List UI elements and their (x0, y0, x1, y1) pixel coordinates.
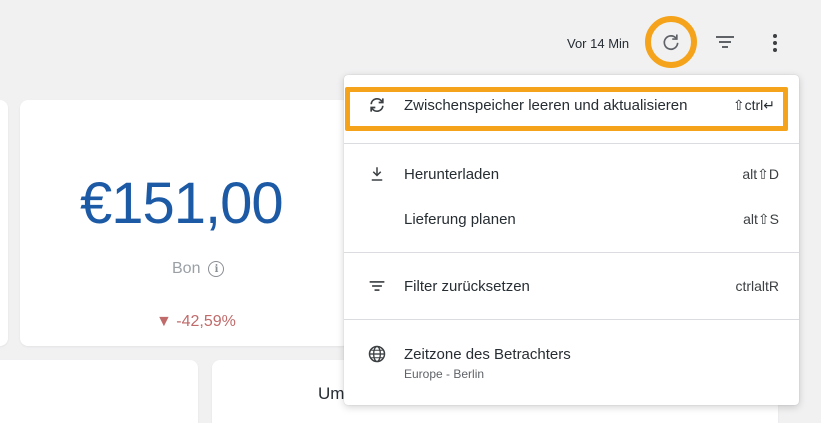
refresh-dropdown-menu: Zwischenspeicher leeren und aktualisiere… (344, 75, 799, 405)
timezone-value: Europe - Berlin (404, 367, 485, 381)
menu-item-label: Lieferung planen (404, 210, 516, 228)
filter-list-icon (366, 275, 388, 297)
menu-item-schedule-delivery[interactable]: Lieferung planen alt⇧S (344, 206, 799, 232)
refresh-icon (663, 34, 679, 51)
menu-item-timezone[interactable]: Zeitzone des Betrachters (344, 341, 799, 367)
card-left-partial (0, 100, 8, 346)
menu-item-clear-cache[interactable]: Zwischenspeicher leeren und aktualisiere… (344, 87, 799, 123)
menu-item-label: Zeitzone des Betrachters (404, 345, 571, 363)
menu-item-label: Filter zurücksetzen (404, 277, 530, 295)
filter-icon[interactable] (714, 33, 736, 51)
last-updated-text: Vor 14 Min (567, 36, 630, 51)
kpi-label: Bon i (172, 260, 225, 278)
menu-divider (344, 252, 799, 253)
menu-item-download[interactable]: Herunterladen alt⇧D (344, 161, 799, 187)
menu-item-reset-filters[interactable]: Filter zurücksetzen ctrlaltR (344, 273, 799, 299)
kpi-value: €151,00 (80, 171, 284, 236)
menu-divider (344, 319, 799, 320)
card-bottom-left (0, 360, 198, 423)
globe-icon (366, 343, 388, 365)
menu-item-label: Zwischenspeicher leeren und aktualisiere… (404, 96, 688, 114)
menu-item-shortcut: ctrlaltR (735, 278, 779, 294)
kpi-label-text: Bon (172, 260, 201, 277)
download-icon (366, 163, 388, 185)
more-vert-icon[interactable] (765, 32, 785, 54)
kpi-delta: ▼ -42,59% (156, 313, 236, 330)
menu-item-shortcut: alt⇧S (743, 210, 779, 227)
bottom-card-title: Um (318, 384, 345, 403)
sync-icon (366, 94, 388, 116)
info-icon[interactable]: i (208, 261, 225, 277)
menu-item-label: Herunterladen (404, 165, 500, 183)
menu-item-shortcut: alt⇧D (742, 165, 779, 182)
menu-divider (344, 143, 799, 144)
menu-item-shortcut: ⇧ctrl↵ (732, 96, 775, 113)
dashboard-page: €151,00 Bon i ▼ -42,59% Um Vor 14 Min Zw… (0, 0, 821, 423)
dashboard-toolbar: Vor 14 Min (0, 0, 821, 86)
refresh-button[interactable] (645, 16, 697, 68)
